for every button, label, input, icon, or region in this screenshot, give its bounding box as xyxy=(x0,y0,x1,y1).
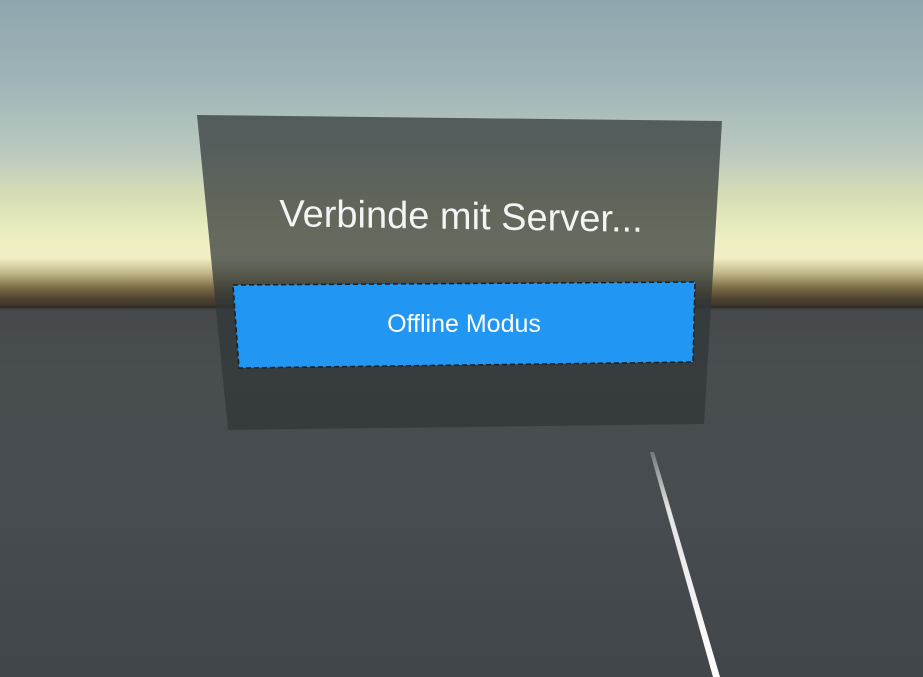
vr-scene: Verbinde mit Server... Offline Modus xyxy=(0,0,923,677)
laser-ray xyxy=(650,452,720,677)
controller-laser-pointer xyxy=(650,452,720,677)
